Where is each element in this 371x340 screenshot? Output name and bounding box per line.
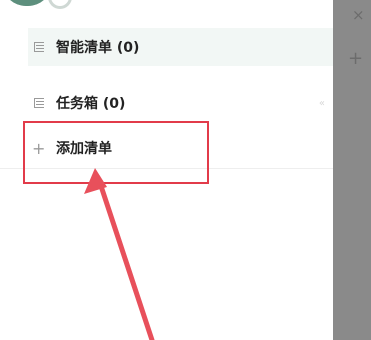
arrow-shaft (98, 183, 155, 340)
pointer-arrow (84, 168, 155, 340)
